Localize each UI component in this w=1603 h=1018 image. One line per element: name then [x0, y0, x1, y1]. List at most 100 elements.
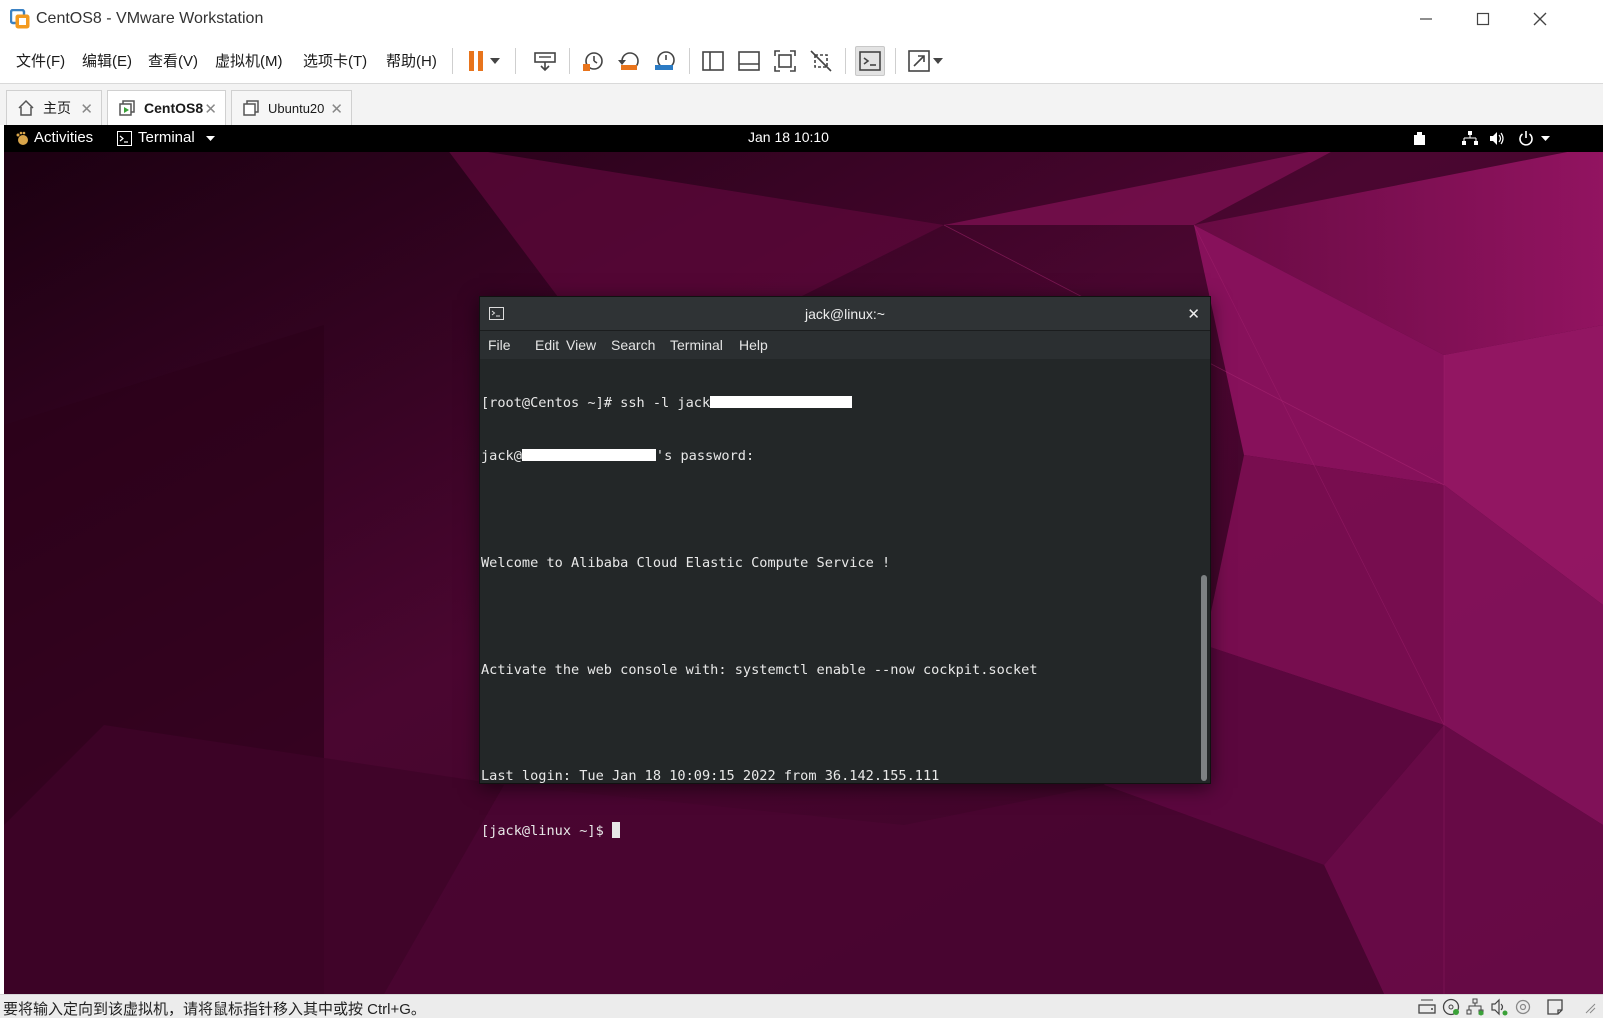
terminal-text: 's password:	[655, 447, 755, 464]
resize-grip[interactable]	[1580, 998, 1598, 1016]
terminal-menu-file[interactable]: File	[488, 337, 511, 353]
keyboard-send-icon	[534, 52, 556, 72]
terminal-text: Activate the web console with: systemctl…	[481, 661, 1038, 678]
terminal-window[interactable]: jack@linux:~ ✕ File Edit View Search Ter…	[479, 296, 1211, 839]
power-dropdown[interactable]	[486, 46, 504, 76]
tab-label: CentOS8	[144, 100, 204, 116]
revert-snapshot-button[interactable]	[614, 46, 644, 76]
terminal-menu-help[interactable]: Help	[739, 337, 768, 353]
unity-mode-icon	[810, 50, 832, 72]
note-icon	[1547, 999, 1563, 1015]
menu-help[interactable]: 帮助(H)	[386, 50, 437, 71]
power-icon[interactable]	[1518, 130, 1534, 146]
tab-centos8[interactable]: CentOS8 ✕	[107, 90, 226, 125]
tab-home[interactable]: 主页 ✕	[6, 90, 102, 125]
unity-mode-button[interactable]	[806, 46, 836, 76]
network-adapter-device[interactable]	[1466, 998, 1484, 1016]
show-library-button[interactable]	[698, 46, 728, 76]
take-snapshot-button[interactable]	[578, 46, 608, 76]
hard-disk-device[interactable]	[1418, 998, 1436, 1016]
terminal-line: Activate the web console with: systemctl…	[481, 662, 1196, 680]
text-cursor	[611, 821, 620, 838]
menu-view[interactable]: 查看(V)	[148, 50, 198, 71]
message-log-button[interactable]	[1546, 998, 1564, 1016]
terminal-text: [root@Centos ~]# ssh -l jack	[481, 394, 711, 411]
close-icon	[1533, 12, 1547, 26]
terminal-line: Last login: Tue Jan 18 10:09:15 2022 fro…	[481, 768, 1196, 786]
sound-icon	[1491, 998, 1508, 1016]
toolbar-separator	[569, 48, 570, 74]
vm-tab-strip: 主页 ✕ CentOS8 ✕ Ubuntu20 ✕	[0, 84, 1603, 125]
status-message: 要将输入定向到该虚拟机，请将鼠标指针移入其中或按 Ctrl+G。	[3, 1001, 426, 1018]
menu-file[interactable]: 文件(F)	[16, 50, 65, 71]
close-tab-icon[interactable]: ✕	[204, 100, 217, 118]
network-adapter-icon	[1466, 998, 1484, 1016]
network-icon[interactable]	[1462, 131, 1478, 146]
window-title: CentOS8 - VMware Workstation	[36, 10, 264, 27]
stretch-icon	[908, 50, 930, 72]
menu-tabs[interactable]: 选项卡(T)	[303, 50, 367, 71]
terminal-menu-terminal[interactable]: Terminal	[670, 337, 723, 353]
home-icon	[18, 99, 34, 116]
app-menu-button[interactable]: Terminal	[138, 129, 195, 146]
window-titlebar: CentOS8 - VMware Workstation	[0, 0, 1603, 38]
fullscreen-icon	[774, 50, 796, 72]
gnome-top-bar: Activities Terminal Jan 18 10:10	[4, 125, 1603, 152]
terminal-text: Last login: Tue Jan 18 10:09:15 2022 fro…	[481, 768, 940, 785]
vm-console-display[interactable]: Activities Terminal Jan 18 10:10 jack@li…	[4, 125, 1603, 994]
toolbar-separator	[689, 48, 690, 74]
toolbar-separator	[895, 48, 896, 74]
chevron-down-icon[interactable]	[1541, 136, 1550, 142]
cd-dvd-device[interactable]	[1442, 998, 1460, 1016]
volume-icon[interactable]	[1489, 131, 1505, 146]
close-icon[interactable]: ✕	[1187, 305, 1200, 323]
terminal-menu-view[interactable]: View	[566, 337, 596, 353]
close-tab-icon[interactable]: ✕	[80, 100, 93, 118]
snapshot-manager-button[interactable]	[650, 46, 680, 76]
terminal-prompt-line: [jack@linux ~]$	[481, 821, 1196, 840]
full-screen-button[interactable]	[770, 46, 800, 76]
menu-toolbar: 文件(F) 编辑(E) 查看(V) 虚拟机(M) 选项卡(T) 帮助(H)	[0, 38, 1603, 84]
menu-edit[interactable]: 编辑(E)	[82, 50, 132, 71]
terminal-titlebar[interactable]: jack@linux:~ ✕	[480, 297, 1210, 331]
tab-label: 主页	[43, 100, 71, 116]
redaction-mark	[521, 448, 656, 461]
vm-running-icon	[119, 100, 135, 116]
toolbar-separator	[452, 48, 453, 74]
close-window-button[interactable]	[1512, 0, 1568, 38]
minimize-button[interactable]	[1398, 0, 1454, 38]
terminal-menu-search[interactable]: Search	[611, 337, 655, 353]
terminal-scrollbar[interactable]	[1201, 575, 1207, 781]
shell-prompt: [jack@linux ~]$	[481, 822, 612, 839]
stretch-dropdown[interactable]	[929, 46, 947, 76]
pause-icon	[469, 51, 483, 71]
usb-device[interactable]	[1514, 998, 1532, 1016]
terminal-output[interactable]: [root@Centos ~]# ssh -l jack jack@ 's pas…	[480, 359, 1196, 839]
terminal-menu-edit[interactable]: Edit	[535, 337, 559, 353]
terminal-line: jack@ 's password:	[481, 448, 1196, 466]
maximize-button[interactable]	[1455, 0, 1511, 38]
send-ctrl-alt-del-button[interactable]	[530, 46, 560, 76]
terminal-menubar: File Edit View Search Terminal Help	[480, 331, 1210, 359]
close-tab-icon[interactable]: ✕	[330, 100, 343, 118]
console-view-button[interactable]	[855, 46, 885, 76]
show-thumbnail-bar-button[interactable]	[734, 46, 764, 76]
chevron-down-icon	[933, 58, 943, 64]
maximize-icon	[1476, 12, 1490, 26]
clipboard-icon[interactable]	[1413, 131, 1426, 146]
snapshot-manager-icon	[655, 51, 675, 70]
sound-card-device[interactable]	[1490, 998, 1508, 1016]
vm-icon	[243, 100, 259, 116]
clock[interactable]: Jan 18 10:10	[748, 129, 829, 145]
tab-ubuntu20[interactable]: Ubuntu20 ✕	[231, 90, 352, 125]
activities-button[interactable]: Activities	[34, 129, 93, 146]
redaction-mark	[710, 395, 853, 408]
menu-vm[interactable]: 虚拟机(M)	[215, 50, 283, 71]
revert-snapshot-icon	[618, 52, 639, 70]
library-panel-icon	[702, 51, 724, 71]
console-icon	[859, 51, 881, 71]
terminal-line: Welcome to Alibaba Cloud Elastic Compute…	[481, 555, 1196, 573]
terminal-text: jack@	[481, 447, 522, 464]
terminal-app-icon	[117, 131, 132, 146]
